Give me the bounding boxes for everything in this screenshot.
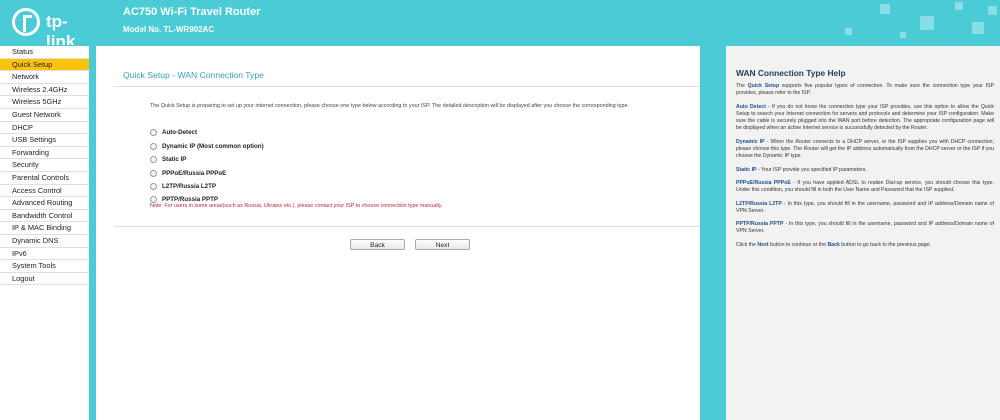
decorative-square (920, 16, 934, 30)
sidebar-item-dynamic-dns[interactable]: Dynamic DNS (0, 234, 89, 248)
help-keyword: Dynamic IP (736, 138, 765, 145)
option-label: Auto-Detect (162, 128, 198, 136)
help-text: button to continue or the (768, 241, 828, 248)
decorative-square (845, 28, 852, 35)
sidebar-item-network[interactable]: Network (0, 71, 89, 84)
radio-button[interactable] (150, 128, 157, 136)
sidebar-item-advanced-routing[interactable]: Advanced Routing (0, 197, 89, 210)
option-dynamic-ip[interactable]: Dynamic IP (Most common option) (150, 141, 264, 151)
option-auto-detect[interactable]: Auto-Detect (150, 127, 197, 137)
sidebar-item-guest-network[interactable]: Guest Network (0, 108, 89, 122)
option-pppoe[interactable]: PPPoE/Russia PPPoE (150, 168, 226, 178)
option-label: PPPoE/Russia PPPoE (162, 169, 227, 177)
help-text: button to go back to the previous page. (839, 241, 931, 248)
sidebar-item-logout[interactable]: Logout (0, 272, 89, 286)
help-paragraph: Auto Detect - If you do not know the con… (736, 104, 994, 133)
back-button[interactable]: Back (350, 239, 405, 250)
help-text: - When the Router connects to a DHCP ser… (736, 138, 994, 160)
help-paragraph: The Quick Setup supports five popular ty… (736, 83, 994, 98)
sidebar-item-wireless-5ghz[interactable]: Wireless 5GHz (0, 96, 89, 109)
help-paragraph: PPPoE/Russia PPPoE - If you have applied… (736, 180, 994, 195)
help-panel: WAN Connection Type Help The Quick Setup… (726, 46, 1000, 420)
decorative-square (900, 32, 906, 38)
help-keyword: L2TP/Russia L2TP (736, 200, 782, 207)
sidebar-item-security[interactable]: Security (0, 159, 89, 172)
divider (114, 86, 700, 87)
help-keyword: Auto Detect (736, 103, 766, 110)
help-keyword: Quick Setup (747, 83, 780, 89)
intro-text: The Quick Setup is preparing to set up y… (150, 103, 629, 109)
header-bar: tp-link AC750 Wi-Fi Travel Router Model … (0, 0, 1000, 45)
help-body: The Quick Setup supports five popular ty… (736, 83, 994, 255)
main-panel: Quick Setup - WAN Connection Type The Qu… (96, 46, 700, 420)
help-paragraph: Static IP - Your ISP provide you specifi… (736, 167, 994, 174)
help-keyword: Next (757, 241, 769, 248)
help-text: Click the (736, 241, 758, 248)
page-title: Quick Setup - WAN Connection Type (123, 70, 264, 80)
sidebar-menu: Status Quick Setup Network Wireless 2.4G… (0, 46, 89, 420)
help-paragraph: Click the Next button to continue or the… (736, 242, 994, 249)
radio-button[interactable] (150, 195, 157, 203)
divider (114, 226, 700, 227)
sidebar-item-wireless-2-4ghz[interactable]: Wireless 2.4GHz (0, 83, 89, 97)
note-text: Note: For users in some areas(such as Ru… (150, 203, 443, 209)
sidebar-item-dhcp[interactable]: DHCP (0, 121, 89, 135)
help-text: - Your ISP provide you specified IP para… (756, 166, 867, 173)
help-paragraph: Dynamic IP - When the Router connects to… (736, 139, 994, 161)
sidebar-item-ip-mac-binding[interactable]: IP & MAC Binding (0, 222, 89, 235)
help-keyword: Static IP (736, 166, 757, 173)
product-title: AC750 Wi-Fi Travel Router (123, 6, 261, 18)
help-keyword: PPTP/Russia PPTP (736, 221, 784, 228)
option-static-ip[interactable]: Static IP (150, 154, 186, 164)
decorative-square (972, 22, 984, 34)
sidebar-item-status[interactable]: Status (0, 46, 89, 59)
help-paragraph: PPTP/Russia PPTP - In this type, you sho… (736, 221, 994, 236)
tp-link-logo: tp-link (12, 8, 92, 45)
tp-link-logo-icon (12, 8, 40, 36)
help-text: The (736, 83, 748, 89)
help-keyword: Back (827, 241, 840, 248)
sidebar-item-access-control[interactable]: Access Control (0, 184, 89, 198)
sidebar-item-forwarding[interactable]: Forwarding (0, 146, 89, 160)
option-label: L2TP/Russia L2TP (162, 182, 216, 190)
option-label: PPTP/Russia PPTP (162, 195, 219, 203)
option-l2tp[interactable]: L2TP/Russia L2TP (150, 181, 216, 191)
option-label: Dynamic IP (Most common option) (162, 142, 264, 150)
decorative-square (955, 2, 963, 10)
sidebar-item-usb-settings[interactable]: USB Settings (0, 134, 89, 147)
help-text: - If you do not know the connection type… (736, 103, 995, 132)
decorative-square (880, 4, 890, 14)
radio-button[interactable] (150, 155, 157, 163)
decorative-square (988, 6, 997, 15)
help-title: WAN Connection Type Help (736, 68, 846, 78)
radio-button[interactable] (150, 142, 157, 150)
option-label: Static IP (162, 155, 187, 163)
model-number: Model No. TL-WR902AC (123, 25, 215, 34)
sidebar-item-bandwidth-control[interactable]: Bandwidth Control (0, 209, 89, 223)
help-keyword: PPPoE/Russia PPPoE (736, 179, 791, 186)
radio-button[interactable] (150, 169, 157, 177)
sidebar-item-quick-setup[interactable]: Quick Setup (0, 58, 89, 72)
sidebar-item-parental-controls[interactable]: Parental Controls (0, 171, 89, 185)
help-paragraph: L2TP/Russia L2TP - In this type, you sho… (736, 201, 994, 216)
sidebar-item-system-tools[interactable]: System Tools (0, 260, 89, 273)
sidebar-item-ipv6[interactable]: IPv6 (0, 247, 89, 261)
logo-text: tp-link (46, 12, 76, 45)
next-button[interactable]: Next (415, 239, 470, 250)
radio-button[interactable] (150, 182, 157, 190)
